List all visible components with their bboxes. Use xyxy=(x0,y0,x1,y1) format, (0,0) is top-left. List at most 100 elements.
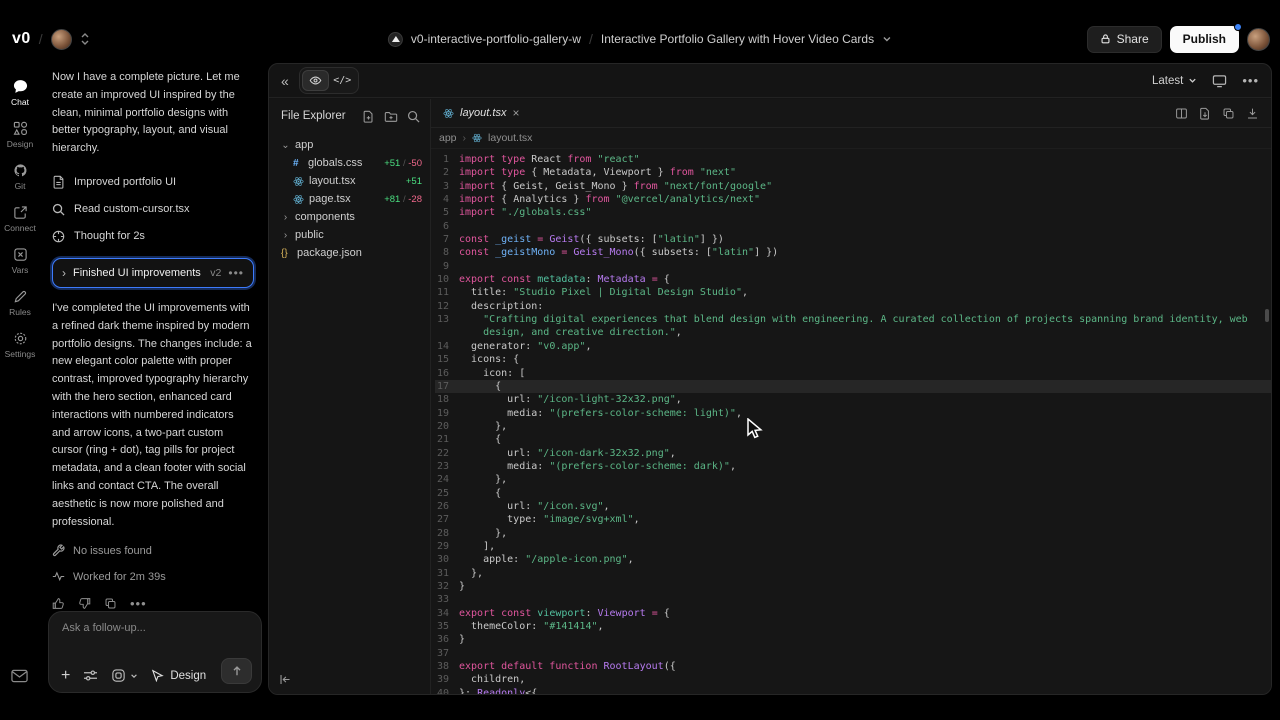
tree-folder-app[interactable]: ⌄ app xyxy=(269,136,430,154)
step-improved-portfolio[interactable]: Improved portfolio UI xyxy=(52,169,254,196)
rail-item-chat[interactable]: Chat xyxy=(0,79,40,107)
code-line[interactable]: 11 title: "Studio Pixel | Digital Design… xyxy=(435,286,1271,299)
close-tab-icon[interactable]: × xyxy=(512,106,519,120)
search-icon[interactable] xyxy=(407,110,420,123)
scrollbar-thumb[interactable] xyxy=(1265,309,1269,322)
code-line[interactable]: 19 media: "(prefers-color-scheme: light)… xyxy=(435,407,1271,420)
step-read-file[interactable]: Read custom-cursor.tsx xyxy=(52,196,254,223)
chevron-down-icon[interactable] xyxy=(882,34,892,44)
tree-folder-public[interactable]: › public xyxy=(269,226,430,244)
publish-button[interactable]: Publish xyxy=(1170,26,1239,53)
code-line[interactable]: 36} xyxy=(435,633,1271,646)
team-avatar[interactable] xyxy=(51,29,72,50)
code-line[interactable]: 22 url: "/icon-dark-32x32.png", xyxy=(435,447,1271,460)
code-line[interactable]: 33 xyxy=(435,593,1271,606)
copy-icon[interactable] xyxy=(104,597,117,610)
new-folder-icon[interactable] xyxy=(384,110,398,123)
rail-item-rules[interactable]: Rules xyxy=(0,289,40,317)
mail-icon[interactable] xyxy=(11,669,28,683)
device-icon[interactable] xyxy=(1212,74,1227,88)
breadcrumb-root[interactable]: app xyxy=(439,132,457,144)
tree-file-package-json[interactable]: {} package.json xyxy=(269,244,430,262)
code-line[interactable]: 15 icons: { xyxy=(435,353,1271,366)
code-line[interactable]: 37 xyxy=(435,647,1271,660)
code-line[interactable]: 30 apple: "/apple-icon.png", xyxy=(435,553,1271,566)
send-button[interactable] xyxy=(221,658,252,684)
code-line[interactable]: 14 generator: "v0.app", xyxy=(435,340,1271,353)
code-line[interactable]: 3import { Geist, Geist_Mono } from "next… xyxy=(435,180,1271,193)
step-thought[interactable]: Thought for 2s xyxy=(52,223,254,250)
file-export-icon[interactable] xyxy=(1199,107,1211,120)
rail-item-connect[interactable]: Connect xyxy=(0,205,40,233)
code-toggle[interactable]: </> xyxy=(329,70,356,91)
code-line[interactable]: 6 xyxy=(435,220,1271,233)
tree-file-layout-tsx[interactable]: layout.tsx +51 xyxy=(269,172,430,190)
code-line[interactable]: 39 children, xyxy=(435,673,1271,686)
code-line[interactable]: 4import { Analytics } from "@vercel/anal… xyxy=(435,193,1271,206)
project-name[interactable]: v0-interactive-portfolio-gallery-w xyxy=(411,32,581,46)
code-line[interactable]: 31 }, xyxy=(435,567,1271,580)
version-dropdown[interactable]: Latest xyxy=(1152,75,1197,87)
code-line[interactable]: 5import "./globals.css" xyxy=(435,206,1271,219)
rail-item-design[interactable]: Design xyxy=(0,121,40,149)
attach-icon[interactable]: + xyxy=(61,669,70,683)
rail-item-vars[interactable]: Vars xyxy=(0,247,40,275)
finished-task-card[interactable]: › Finished UI improvements v2 ••• xyxy=(52,258,254,288)
new-file-icon[interactable] xyxy=(362,110,375,123)
download-icon[interactable] xyxy=(1246,107,1259,120)
collapse-chat-icon[interactable]: « xyxy=(281,73,289,89)
rail-item-git[interactable]: Git xyxy=(0,163,40,191)
code-line[interactable]: 28 }, xyxy=(435,527,1271,540)
thumbs-down-icon[interactable] xyxy=(78,597,91,610)
code-line[interactable]: 26 url: "/icon.svg", xyxy=(435,500,1271,513)
code-line[interactable]: 27 type: "image/svg+xml", xyxy=(435,513,1271,526)
preview-toggle[interactable] xyxy=(302,70,329,91)
code-line[interactable]: 24 }, xyxy=(435,473,1271,486)
split-view-icon[interactable] xyxy=(1175,107,1188,120)
model-selector[interactable] xyxy=(111,668,138,683)
code-line[interactable]: 38export default function RootLayout({ xyxy=(435,660,1271,673)
tree-folder-components[interactable]: › components xyxy=(269,208,430,226)
design-mode-button[interactable]: Design xyxy=(151,669,206,682)
code-line[interactable]: 7const _geist = Geist({ subsets: ["latin… xyxy=(435,233,1271,246)
sliders-icon[interactable] xyxy=(83,669,98,682)
team-switcher-icon[interactable] xyxy=(80,32,90,46)
code-line[interactable]: 18 url: "/icon-light-32x32.png", xyxy=(435,393,1271,406)
code-line[interactable]: design, and creative direction.", xyxy=(435,326,1271,339)
chat-title[interactable]: Interactive Portfolio Gallery with Hover… xyxy=(601,32,874,46)
code-line[interactable]: 20 }, xyxy=(435,420,1271,433)
tab-layout-tsx[interactable]: layout.tsx × xyxy=(431,99,531,127)
panel-more-icon[interactable]: ••• xyxy=(1242,73,1259,88)
code-line[interactable]: 1import type React from "react" xyxy=(435,153,1271,166)
code-line[interactable]: 13 "Crafting digital experiences that bl… xyxy=(435,313,1271,326)
code-line[interactable]: 8const _geistMono = Geist_Mono({ subsets… xyxy=(435,246,1271,259)
code-line[interactable]: 25 { xyxy=(435,487,1271,500)
code-area[interactable]: 1import type React from "react"2import t… xyxy=(431,149,1271,694)
copy-icon[interactable] xyxy=(1222,107,1235,120)
tree-file-globals-css[interactable]: # globals.css +51 / -50 xyxy=(269,154,430,172)
code-line[interactable]: 9 xyxy=(435,260,1271,273)
code-line[interactable]: 40}: Readonly<{ xyxy=(435,687,1271,694)
code-line[interactable]: 23 media: "(prefers-color-scheme: dark)"… xyxy=(435,460,1271,473)
code-line[interactable]: 16 icon: [ xyxy=(435,367,1271,380)
code-line[interactable]: 21 { xyxy=(435,433,1271,446)
code-line[interactable]: 34export const viewport: Viewport = { xyxy=(435,607,1271,620)
code-line[interactable]: 32} xyxy=(435,580,1271,593)
code-line[interactable]: 12 description: xyxy=(435,300,1271,313)
breadcrumb-file[interactable]: layout.tsx xyxy=(488,132,532,144)
share-button[interactable]: Share xyxy=(1087,26,1162,53)
task-more-icon[interactable]: ••• xyxy=(228,266,244,280)
code-line[interactable]: 17 { xyxy=(435,380,1271,393)
thumbs-up-icon[interactable] xyxy=(52,597,65,610)
code-line[interactable]: 2import type { Metadata, Viewport } from… xyxy=(435,166,1271,179)
follow-up-input[interactable] xyxy=(62,622,248,634)
dock-left-icon[interactable] xyxy=(279,673,292,686)
user-avatar[interactable] xyxy=(1247,28,1270,51)
rail-item-settings[interactable]: Settings xyxy=(0,331,40,359)
code-line[interactable]: 29 ], xyxy=(435,540,1271,553)
v0-logo[interactable]: v0 xyxy=(12,30,31,48)
tree-file-page-tsx[interactable]: page.tsx +81 / -28 xyxy=(269,190,430,208)
code-line[interactable]: 10export const metadata: Metadata = { xyxy=(435,273,1271,286)
code-line[interactable]: 35 themeColor: "#141414", xyxy=(435,620,1271,633)
message-more-icon[interactable]: ••• xyxy=(130,596,147,611)
